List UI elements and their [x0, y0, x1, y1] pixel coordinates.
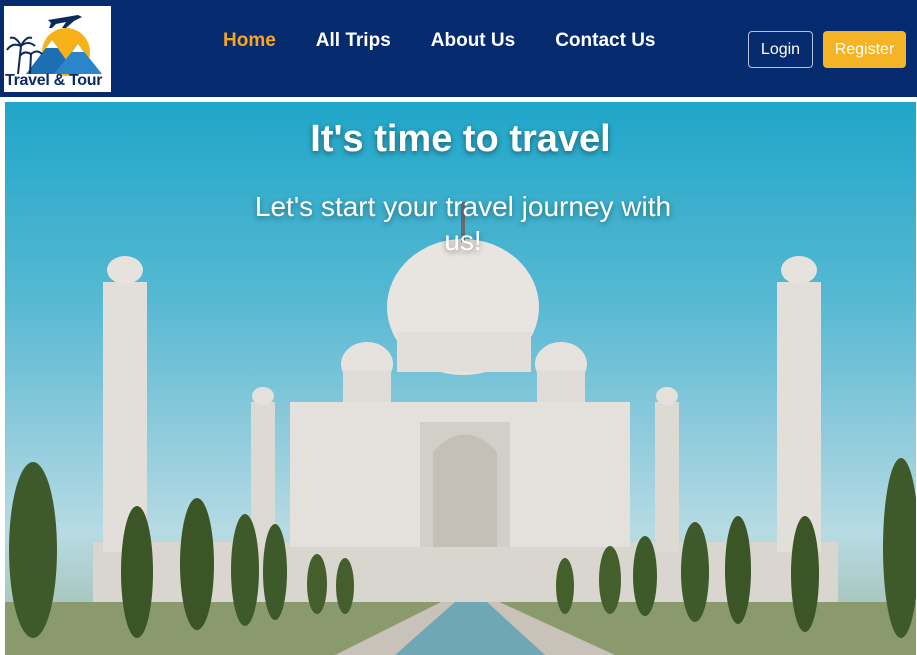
- logo-text: Travel & Tour: [5, 72, 103, 89]
- brand-logo[interactable]: Travel & Tour: [4, 6, 111, 92]
- login-button[interactable]: Login: [748, 31, 813, 68]
- nav-all-trips[interactable]: All Trips: [316, 28, 391, 54]
- taj-mahal-photo: [5, 202, 916, 655]
- nav-about-us[interactable]: About Us: [431, 28, 515, 54]
- hero-title: It's time to travel: [310, 118, 611, 160]
- hero-subtitle: Let's start your travel journey with us!: [254, 191, 672, 256]
- register-button[interactable]: Register: [823, 31, 906, 68]
- main-nav: Home All Trips About Us Contact Us: [223, 28, 696, 54]
- navbar: Travel & Tour Home All Trips About Us Co…: [0, 0, 917, 97]
- nav-home[interactable]: Home: [223, 28, 276, 54]
- nav-contact-us[interactable]: Contact Us: [555, 28, 655, 54]
- hero-banner: It's time to travel Let's start your tra…: [5, 102, 916, 655]
